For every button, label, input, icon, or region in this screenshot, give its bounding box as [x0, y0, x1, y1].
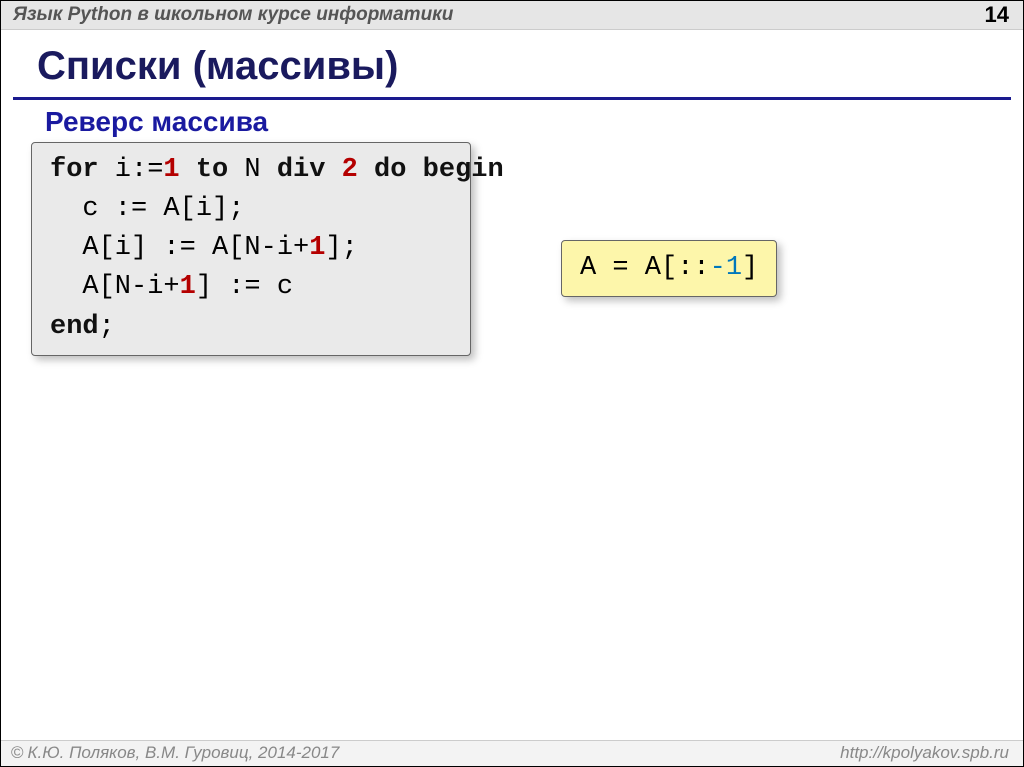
keyword-div: div — [277, 155, 326, 185]
copyright-icon: © — [11, 743, 24, 763]
footer-bar: ©К.Ю. Поляков, В.М. Гуровиц, 2014-2017 h… — [1, 740, 1023, 766]
code-text — [325, 155, 341, 185]
footer-url: http://kpolyakov.spb.ru — [840, 743, 1009, 763]
slide: Язык Python в школьном курсе информатики… — [0, 0, 1024, 767]
slide-subtitle: Реверс массива — [1, 106, 1023, 142]
number-literal: 1 — [309, 233, 325, 263]
code-text: i:= — [99, 155, 164, 185]
page-number: 14 — [985, 2, 1009, 28]
number-literal: 2 — [342, 155, 358, 185]
code-text: A[N-i+ — [50, 272, 180, 302]
code-text: ; — [99, 312, 115, 342]
code-text: N — [228, 155, 277, 185]
code-text: ] := c — [196, 272, 293, 302]
keyword-do-begin: do begin — [358, 155, 504, 185]
pascal-code-block: for i:=1 to N div 2 do begin c := A[i]; … — [31, 142, 471, 356]
header-bar: Язык Python в школьном курсе информатики… — [1, 1, 1023, 30]
course-title: Язык Python в школьном курсе информатики — [13, 4, 453, 26]
code-line: c := A[i]; — [50, 194, 244, 224]
number-literal: -1 — [710, 253, 742, 283]
code-text: ] — [742, 253, 758, 283]
slide-title: Списки (массивы) — [1, 30, 1023, 97]
copyright-text: ©К.Ю. Поляков, В.М. Гуровиц, 2014-2017 — [11, 743, 339, 763]
keyword-end: end — [50, 312, 99, 342]
code-text: A[i] := A[N-i+ — [50, 233, 309, 263]
code-text: A = A[:: — [580, 253, 710, 283]
number-literal: 1 — [180, 272, 196, 302]
keyword-to: to — [180, 155, 229, 185]
title-rule — [13, 97, 1011, 100]
python-code-block: A = A[::-1] — [561, 240, 777, 297]
code-text: ]; — [325, 233, 357, 263]
number-literal: 1 — [163, 155, 179, 185]
keyword-for: for — [50, 155, 99, 185]
